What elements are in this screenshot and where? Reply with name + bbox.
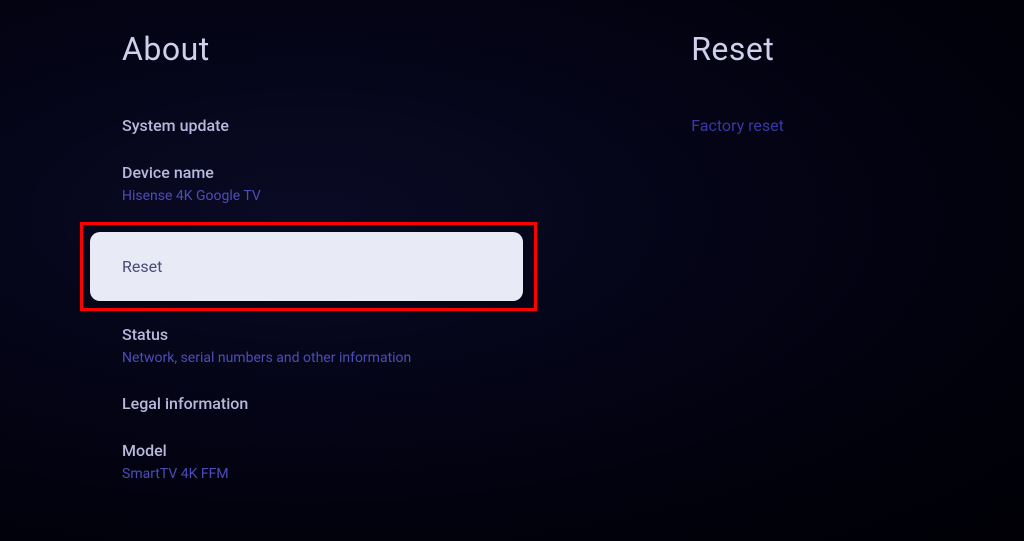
system-update-item[interactable]: System update bbox=[122, 116, 563, 135]
status-item[interactable]: Status Network, serial numbers and other… bbox=[122, 325, 563, 366]
model-value: SmartTV 4K FFM bbox=[122, 466, 563, 482]
device-name-label: Device name bbox=[122, 163, 563, 182]
status-subtitle: Network, serial numbers and other inform… bbox=[122, 350, 563, 366]
model-label: Model bbox=[122, 441, 563, 460]
legal-information-item[interactable]: Legal information bbox=[122, 394, 563, 413]
reset-item[interactable]: Reset bbox=[90, 232, 523, 301]
reset-panel: Reset Factory reset bbox=[563, 0, 1024, 541]
device-name-item[interactable]: Device name Hisense 4K Google TV bbox=[122, 163, 563, 204]
device-name-value: Hisense 4K Google TV bbox=[122, 188, 563, 204]
legal-label: Legal information bbox=[122, 394, 563, 413]
about-title: About bbox=[122, 30, 563, 68]
about-panel: About System update Device name Hisense … bbox=[0, 0, 563, 541]
reset-label: Reset bbox=[122, 257, 491, 276]
system-update-label: System update bbox=[122, 116, 563, 135]
reset-title: Reset bbox=[691, 30, 1024, 68]
status-label: Status bbox=[122, 325, 563, 344]
model-item[interactable]: Model SmartTV 4K FFM bbox=[122, 441, 563, 482]
selected-item-wrapper: Reset bbox=[90, 232, 523, 301]
factory-reset-item[interactable]: Factory reset bbox=[691, 116, 1024, 135]
